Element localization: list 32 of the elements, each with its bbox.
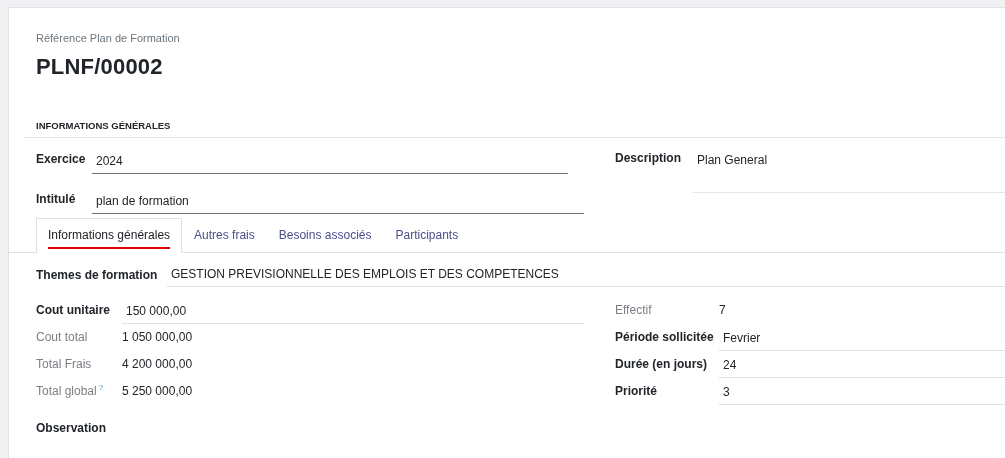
- field-label: Période sollicitée: [615, 329, 714, 344]
- tab[interactable]: Besoins associés: [266, 217, 384, 253]
- tab[interactable]: Participants: [383, 217, 471, 253]
- field-label: Description: [615, 149, 682, 167]
- tab[interactable]: Informations générales: [36, 217, 183, 253]
- field-label: Observation: [36, 419, 107, 437]
- input-field[interactable]: 3: [719, 380, 1005, 405]
- reference-label: Référence Plan de Formation: [36, 31, 181, 46]
- field-label: Exercice: [36, 150, 87, 168]
- field-label: Cout unitaire: [36, 302, 110, 317]
- field-value: 1 050 000,00: [122, 328, 194, 346]
- field-value: 5 250 000,00: [122, 382, 194, 400]
- field-label: Total global: [36, 383, 97, 398]
- input-field[interactable]: 150 000,00: [122, 299, 584, 324]
- field-label: Intitulé: [36, 190, 77, 208]
- input-field[interactable]: 24: [719, 353, 1005, 378]
- input-field[interactable]: plan de formation: [92, 187, 584, 214]
- reference-title: PLNF/00002: [36, 52, 164, 81]
- field-label: Cout total: [36, 329, 88, 344]
- theme-field[interactable]: GESTION PREVISIONNELLE DES EMPLOIS ET DES COMPETENCES: [167, 262, 1005, 287]
- input-field[interactable]: Fevrier: [719, 326, 1005, 351]
- field-value: 7: [719, 301, 727, 319]
- description-field[interactable]: Plan General: [693, 148, 1005, 193]
- section-title: INFORMATIONS GÉNÉRALES: [23, 118, 1005, 138]
- field-label: Total Frais: [36, 356, 92, 371]
- field-label: Themes de formation: [36, 266, 159, 284]
- field-label: Durée (en jours): [615, 356, 707, 371]
- field-label: Priorité: [615, 383, 657, 398]
- field-value: 4 200 000,00: [122, 355, 194, 373]
- tab[interactable]: Autres frais: [182, 217, 267, 253]
- field-label: Effectif: [615, 302, 652, 317]
- input-field[interactable]: 2024: [92, 147, 568, 174]
